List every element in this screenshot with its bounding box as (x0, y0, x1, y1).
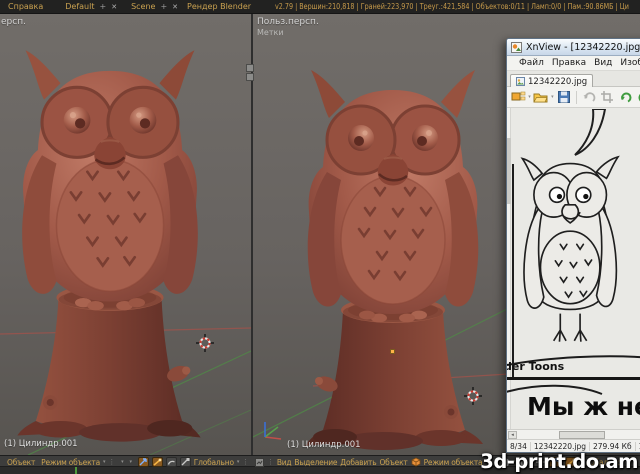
3d-cursor[interactable] (464, 387, 482, 405)
xnview-window[interactable]: XnView - [12342220.jpg] Файл Правка Вид … (506, 38, 640, 453)
viewport-left[interactable]: ерсп. (1) Цилиндр.001 (0, 14, 251, 455)
translate-widget-button[interactable] (138, 457, 149, 467)
menu-view[interactable]: Вид (594, 58, 612, 68)
active-object-label: (1) Цилиндр.001 (4, 439, 78, 449)
mode-dropdown[interactable]: Режим объекта (41, 458, 100, 467)
view-name-label: Польз.персп. (257, 17, 319, 27)
image-file-icon (516, 77, 525, 86)
scene-selector[interactable]: Scene (131, 2, 155, 11)
scale-widget-button[interactable] (180, 457, 191, 467)
scroll-left-arrow[interactable]: ◂ (508, 431, 517, 439)
scrollbar-thumb[interactable] (559, 431, 605, 439)
undo-button[interactable] (581, 89, 597, 106)
rotate-tool-button[interactable] (166, 457, 177, 467)
3d-cursor[interactable] (196, 334, 214, 352)
xnview-tabbar: 12342220.jpg (507, 71, 640, 87)
menu-file[interactable]: Файл (519, 58, 544, 68)
xnview-titlebar[interactable]: XnView - [12342220.jpg] (507, 39, 640, 56)
menu-select[interactable]: Выделение (294, 458, 337, 467)
tab-label: 12342220.jpg (528, 77, 587, 87)
help-menu[interactable]: Справка (8, 2, 43, 11)
menu-add[interactable]: Добавить (340, 458, 376, 467)
region-corner-widgets[interactable] (246, 64, 254, 82)
menu-image[interactable]: Изображение (620, 58, 640, 68)
toolbar-separator (576, 91, 577, 104)
mini-axis-gizmo (257, 418, 283, 444)
object-mode-icon (411, 457, 421, 467)
xnview-menubar: Файл Правка Вид Изображение (507, 56, 640, 71)
editor-type-icon[interactable] (255, 458, 264, 467)
mode-dropdown[interactable]: Режим объекта (424, 458, 483, 467)
owl-sculpt-model[interactable] (0, 42, 228, 454)
save-button[interactable] (556, 89, 572, 106)
rotate-cw-button[interactable] (636, 89, 640, 106)
browser-button[interactable] (510, 89, 526, 106)
comic-panel-border (512, 164, 514, 380)
layout-selector[interactable]: Default (65, 2, 94, 11)
window-title: XnView - [12342220.jpg] (526, 42, 640, 53)
owl-cartoon-drawing (516, 152, 626, 354)
horizontal-scrollbar[interactable]: ◂ ▸ (507, 429, 640, 439)
render-engine-selector[interactable]: Рендер Blender (187, 2, 251, 11)
rotate-widget-button[interactable] (152, 457, 163, 467)
view-sub-label: Метки (257, 28, 284, 37)
open-button[interactable] (533, 89, 549, 106)
browser-dropdown-caret[interactable]: ▾ (528, 94, 531, 100)
scene-statistics: v2.79 | Вершин:210,818 | Граней:223,970 … (275, 2, 629, 11)
active-object-label: (1) Цилиндр.001 (287, 440, 361, 450)
layout-add-button[interactable]: + (99, 2, 106, 11)
scene-add-button[interactable]: + (160, 2, 167, 11)
orientation-dropdown[interactable]: Глобально (194, 458, 234, 467)
menu-view[interactable]: Вид (277, 458, 292, 467)
current-frame-indicator[interactable] (75, 467, 77, 474)
object-origin-dot (390, 349, 395, 354)
caption-small-text: der Toons (507, 360, 564, 373)
menu-edit[interactable]: Правка (552, 58, 586, 68)
site-watermark: 3d-print.do.am (480, 450, 638, 473)
blender-info-header: Справка Default + ✕ Scene + ✕ Рендер Ble… (0, 0, 640, 14)
crop-button[interactable] (599, 89, 615, 106)
xnview-app-icon (511, 42, 522, 53)
image-view-area[interactable]: der Toons Мы ж не (507, 108, 640, 429)
caption-large-text: Мы ж не (527, 392, 640, 421)
rotate-ccw-button[interactable] (617, 89, 633, 106)
view-name-label: ерсп. (1, 17, 26, 27)
menu-object[interactable]: Объект (379, 458, 407, 467)
desktop: Справка Default + ✕ Scene + ✕ Рендер Ble… (0, 0, 640, 474)
xnview-toolbar: ▾ ▾ (507, 87, 640, 108)
open-dropdown-caret[interactable]: ▾ (551, 94, 554, 100)
layout-close-button[interactable]: ✕ (111, 3, 117, 11)
menu-object[interactable]: Объект (7, 458, 35, 467)
scene-close-button[interactable]: ✕ (172, 3, 178, 11)
